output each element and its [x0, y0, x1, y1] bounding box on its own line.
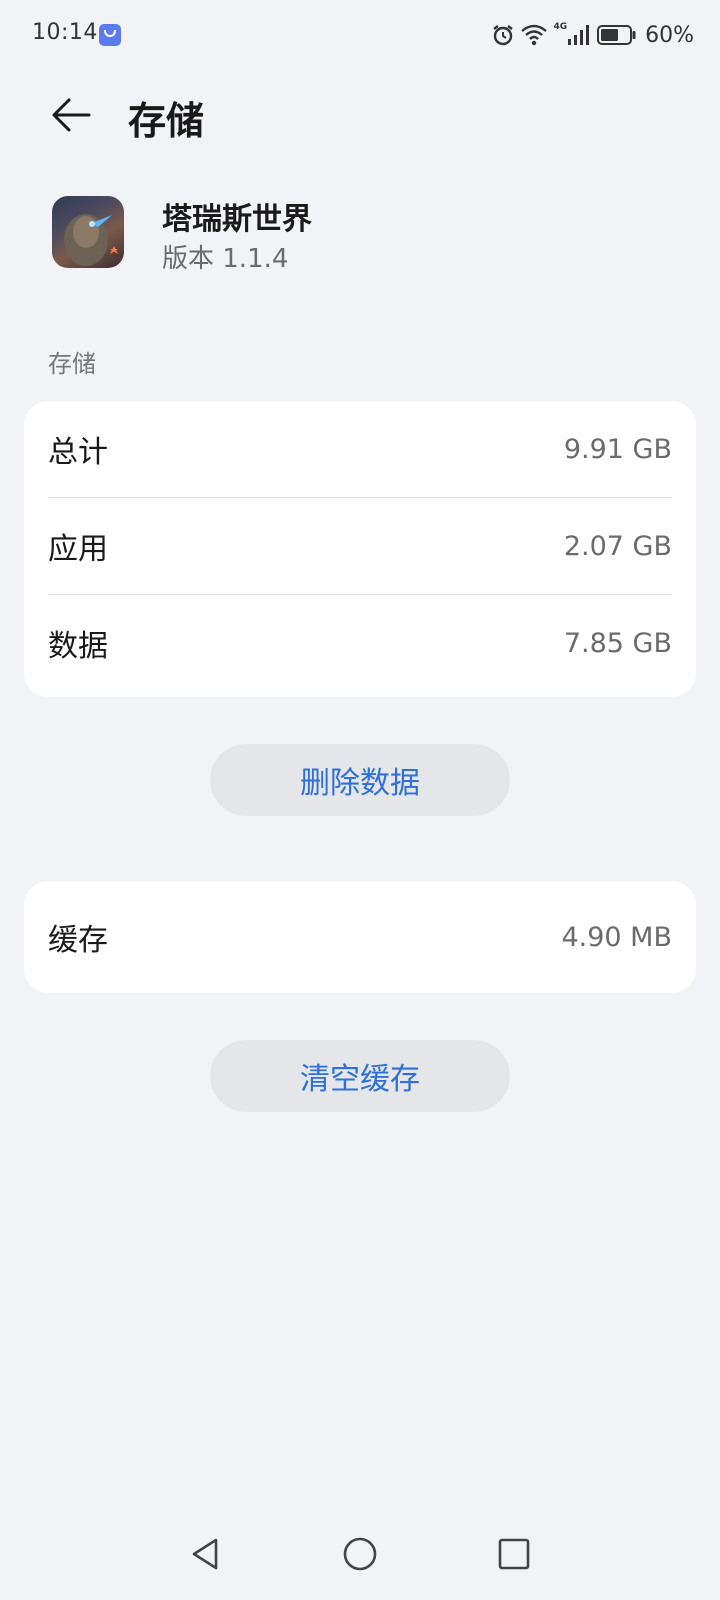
- battery-icon: [597, 25, 636, 45]
- clear-cache-button[interactable]: 清空缓存: [210, 1040, 510, 1112]
- row-value: 7.85 GB: [563, 627, 672, 659]
- delete-data-button[interactable]: 删除数据: [210, 744, 510, 816]
- signal-icon: [568, 25, 590, 45]
- app-version: 版本 1.1.4: [162, 244, 289, 274]
- status-time: 10:14: [32, 20, 98, 45]
- network-type-label: 4G: [553, 22, 568, 32]
- arrow-left-icon: [52, 98, 91, 132]
- nav-home-button[interactable]: [336, 1530, 384, 1578]
- circle-home-icon: [343, 1537, 377, 1571]
- storage-row-data: 数据 7.85 GB: [48, 595, 672, 691]
- page-title: 存储: [128, 99, 205, 143]
- row-value: 4.90 MB: [561, 921, 672, 953]
- nav-back-button[interactable]: [182, 1530, 230, 1578]
- row-label: 缓存: [48, 923, 108, 958]
- app-store-notification-icon: [99, 24, 121, 46]
- cache-card: 缓存 4.90 MB: [24, 881, 696, 993]
- app-info: 塔瑞斯世界 版本 1.1.4: [52, 196, 672, 274]
- row-label: 总计: [48, 435, 108, 470]
- storage-row-app: 应用 2.07 GB: [48, 498, 672, 594]
- navigation-bar: [0, 1520, 720, 1600]
- triangle-back-icon: [192, 1538, 218, 1570]
- app-name: 塔瑞斯世界: [162, 202, 312, 237]
- storage-row-total: 总计 9.91 GB: [48, 401, 672, 497]
- cache-row: 缓存 4.90 MB: [48, 889, 672, 985]
- wifi-icon: [521, 24, 548, 46]
- status-bar: 10:14 4G 60%: [0, 0, 720, 70]
- row-value: 9.91 GB: [563, 433, 672, 465]
- square-recents-icon: [498, 1538, 530, 1570]
- row-value: 2.07 GB: [563, 530, 672, 562]
- title-bar: 存储: [0, 70, 720, 160]
- row-label: 数据: [48, 629, 108, 664]
- nav-recents-button[interactable]: [490, 1530, 538, 1578]
- status-indicators: 4G 60%: [491, 20, 694, 50]
- storage-card: 总计 9.91 GB 应用 2.07 GB 数据 7.85 GB: [24, 401, 696, 697]
- row-label: 应用: [48, 532, 108, 567]
- section-label-storage: 存储: [48, 350, 96, 378]
- app-icon: [52, 196, 124, 268]
- alarm-icon: [493, 25, 514, 46]
- back-button[interactable]: [44, 88, 98, 142]
- battery-percentage: 60%: [645, 22, 694, 48]
